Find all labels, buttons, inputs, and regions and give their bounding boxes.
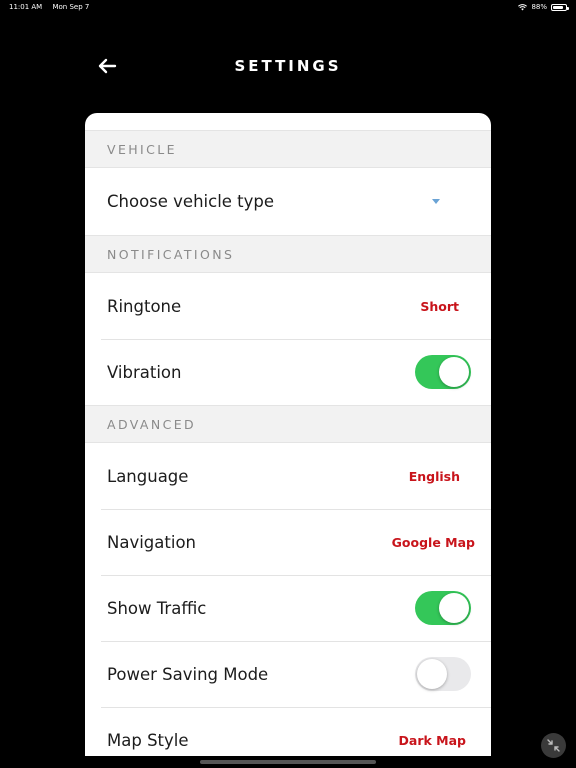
vibration-toggle[interactable]	[415, 355, 471, 389]
battery-icon	[551, 3, 569, 11]
power-saving-label: Power Saving Mode	[107, 664, 269, 684]
vibration-row: Vibration	[85, 339, 491, 405]
show-traffic-label: Show Traffic	[107, 598, 207, 618]
language-label: Language	[107, 466, 189, 486]
status-right: 88%	[518, 3, 569, 11]
navigation-row[interactable]: Navigation Google Map	[85, 509, 491, 575]
toggle-knob	[439, 357, 469, 387]
page-title: SETTINGS	[234, 57, 342, 75]
wifi-icon	[518, 3, 528, 10]
show-traffic-row: Show Traffic	[85, 575, 491, 641]
toggle-knob	[417, 659, 447, 689]
toggle-knob	[439, 593, 469, 623]
home-indicator[interactable]	[200, 760, 376, 764]
settings-sheet: VEHICLE Choose vehicle type NOTIFICATION…	[85, 113, 491, 756]
minimize-button[interactable]	[541, 733, 566, 758]
vehicle-type-label: Choose vehicle type	[107, 192, 275, 211]
status-left: 11:01 AM Mon Sep 7	[9, 3, 89, 11]
status-date: Mon Sep 7	[52, 3, 90, 11]
ringtone-label: Ringtone	[107, 296, 182, 316]
map-style-value[interactable]: Dark Map	[399, 733, 466, 748]
collapse-arrows-icon	[547, 739, 560, 752]
power-saving-toggle[interactable]	[415, 657, 471, 691]
power-saving-row: Power Saving Mode	[85, 641, 491, 707]
show-traffic-toggle[interactable]	[415, 591, 471, 625]
navigation-value[interactable]: Google Map	[392, 535, 475, 550]
section-notifications: NOTIFICATIONS	[85, 235, 491, 273]
status-time: 11:01 AM	[9, 3, 43, 11]
map-style-label: Map Style	[107, 730, 189, 750]
status-bar: 11:01 AM Mon Sep 7 88%	[0, 0, 576, 14]
navigation-label: Navigation	[107, 532, 196, 552]
section-vehicle: VEHICLE	[85, 130, 491, 168]
language-value[interactable]: English	[409, 469, 460, 484]
section-advanced: ADVANCED	[85, 405, 491, 443]
ringtone-row[interactable]: Ringtone Short	[85, 273, 491, 339]
language-row[interactable]: Language English	[85, 443, 491, 509]
map-style-row[interactable]: Map Style Dark Map	[85, 707, 491, 756]
caret-down-icon[interactable]	[432, 199, 440, 204]
vehicle-type-row[interactable]: Choose vehicle type	[85, 168, 491, 235]
vibration-label: Vibration	[107, 362, 182, 382]
ringtone-value[interactable]: Short	[420, 299, 459, 314]
battery-percent: 88%	[531, 3, 547, 11]
